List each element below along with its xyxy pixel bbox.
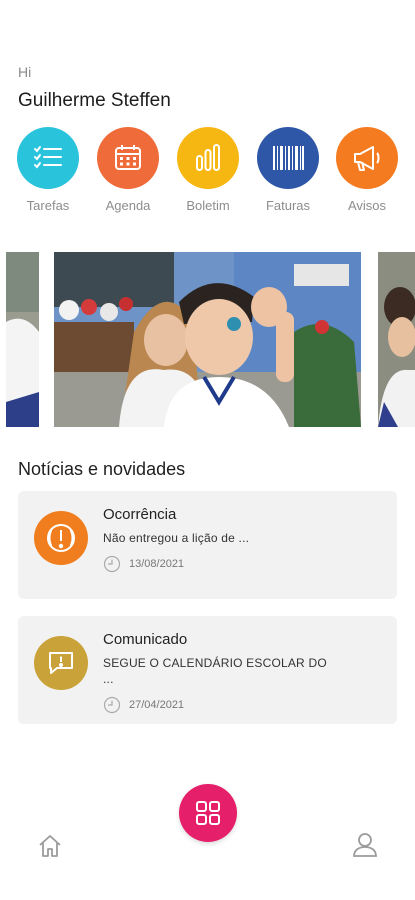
news-item-date: 27/04/2021 <box>129 699 185 711</box>
quick-action-label: Boletim <box>186 198 230 213</box>
quick-action-label: Avisos <box>347 198 387 213</box>
news-item-date-row: 13/08/2021 <box>103 555 184 573</box>
greeting-label: Hi <box>18 64 32 80</box>
news-item-date-row: 27/04/2021 <box>103 696 184 714</box>
megaphone-icon <box>336 127 398 189</box>
news-item-title: Ocorrência <box>103 506 177 523</box>
quick-action-faturas[interactable]: Faturas <box>248 127 328 213</box>
profile-icon[interactable] <box>350 830 380 860</box>
checklist-icon <box>17 127 79 189</box>
quick-action-avisos[interactable]: Avisos <box>327 127 407 213</box>
quick-action-label: Faturas <box>265 198 311 213</box>
news-card-comunicado[interactable]: Comunicado SEGUE O CALENDÁRIO ESCOLAR DO… <box>18 616 397 724</box>
home-screen: Hi Guilherme Steffen Tarefas Agenda Bole… <box>0 0 415 900</box>
menu-grid-button[interactable] <box>179 784 237 842</box>
quick-action-agenda[interactable]: Agenda <box>88 127 168 213</box>
quick-actions: Tarefas Agenda Boletim Faturas Avisos <box>0 127 415 217</box>
grid-icon <box>196 801 220 825</box>
news-item-date: 13/08/2021 <box>129 558 185 570</box>
news-item-summary: Não entregou a lição de ... <box>103 531 250 545</box>
carousel-slide-next[interactable] <box>378 252 415 427</box>
user-name: Guilherme Steffen <box>18 90 171 111</box>
alert-icon <box>34 511 88 565</box>
quick-action-label: Tarefas <box>26 198 70 213</box>
message-alert-icon <box>34 636 88 690</box>
carousel-slide-current[interactable] <box>54 252 361 427</box>
quick-action-boletim[interactable]: Boletim <box>168 127 248 213</box>
news-item-title: Comunicado <box>103 631 188 648</box>
bar-chart-icon <box>177 127 239 189</box>
news-section-title: Notícias e novidades <box>18 459 186 479</box>
carousel-slide-previous[interactable] <box>6 252 39 427</box>
barcode-icon <box>257 127 319 189</box>
clock-icon <box>103 555 121 573</box>
clock-icon <box>103 696 121 714</box>
home-icon[interactable] <box>36 832 64 860</box>
photo-carousel[interactable] <box>0 252 415 427</box>
quick-action-label: Agenda <box>105 198 151 213</box>
quick-action-tarefas[interactable]: Tarefas <box>8 127 88 213</box>
news-card-ocorrencia[interactable]: Ocorrência Não entregou a lição de ... 1… <box>18 491 397 599</box>
news-item-summary: SEGUE O CALENDÁRIO ESCOLAR DO ... <box>103 656 327 686</box>
calendar-icon <box>97 127 159 189</box>
